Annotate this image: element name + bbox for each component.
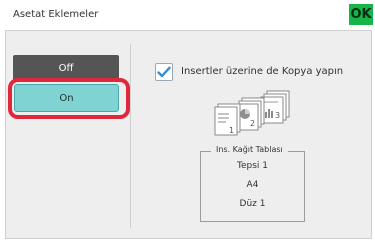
page-number-1: 1 [229, 126, 234, 135]
panel-divider [130, 44, 131, 228]
page-icon-3: 3 [260, 90, 290, 124]
page-icon-1: 1 [214, 103, 241, 136]
insert-paper-tray-title: Ins. Kağıt Tablası [211, 145, 288, 154]
dialog-title: Asetat Eklemeler [13, 9, 99, 20]
page-number-3: 3 [275, 111, 280, 120]
insert-pages-illustration: 3 2 1 [214, 90, 290, 136]
page-number-2: 2 [250, 119, 255, 128]
tray-name: Tepsi 1 [237, 161, 268, 171]
ok-button[interactable]: OK [349, 4, 373, 25]
paper-type: Düz 1 [239, 199, 266, 209]
paper-size: A4 [246, 180, 259, 190]
title-bar: Asetat Eklemeler OK [0, 0, 375, 30]
checkbox-label: Insertler üzerine de Kopya yapın [181, 66, 344, 77]
on-button[interactable]: On [14, 84, 119, 112]
copy-on-inserts-checkbox[interactable] [155, 63, 173, 81]
checkmark-icon [157, 66, 171, 78]
